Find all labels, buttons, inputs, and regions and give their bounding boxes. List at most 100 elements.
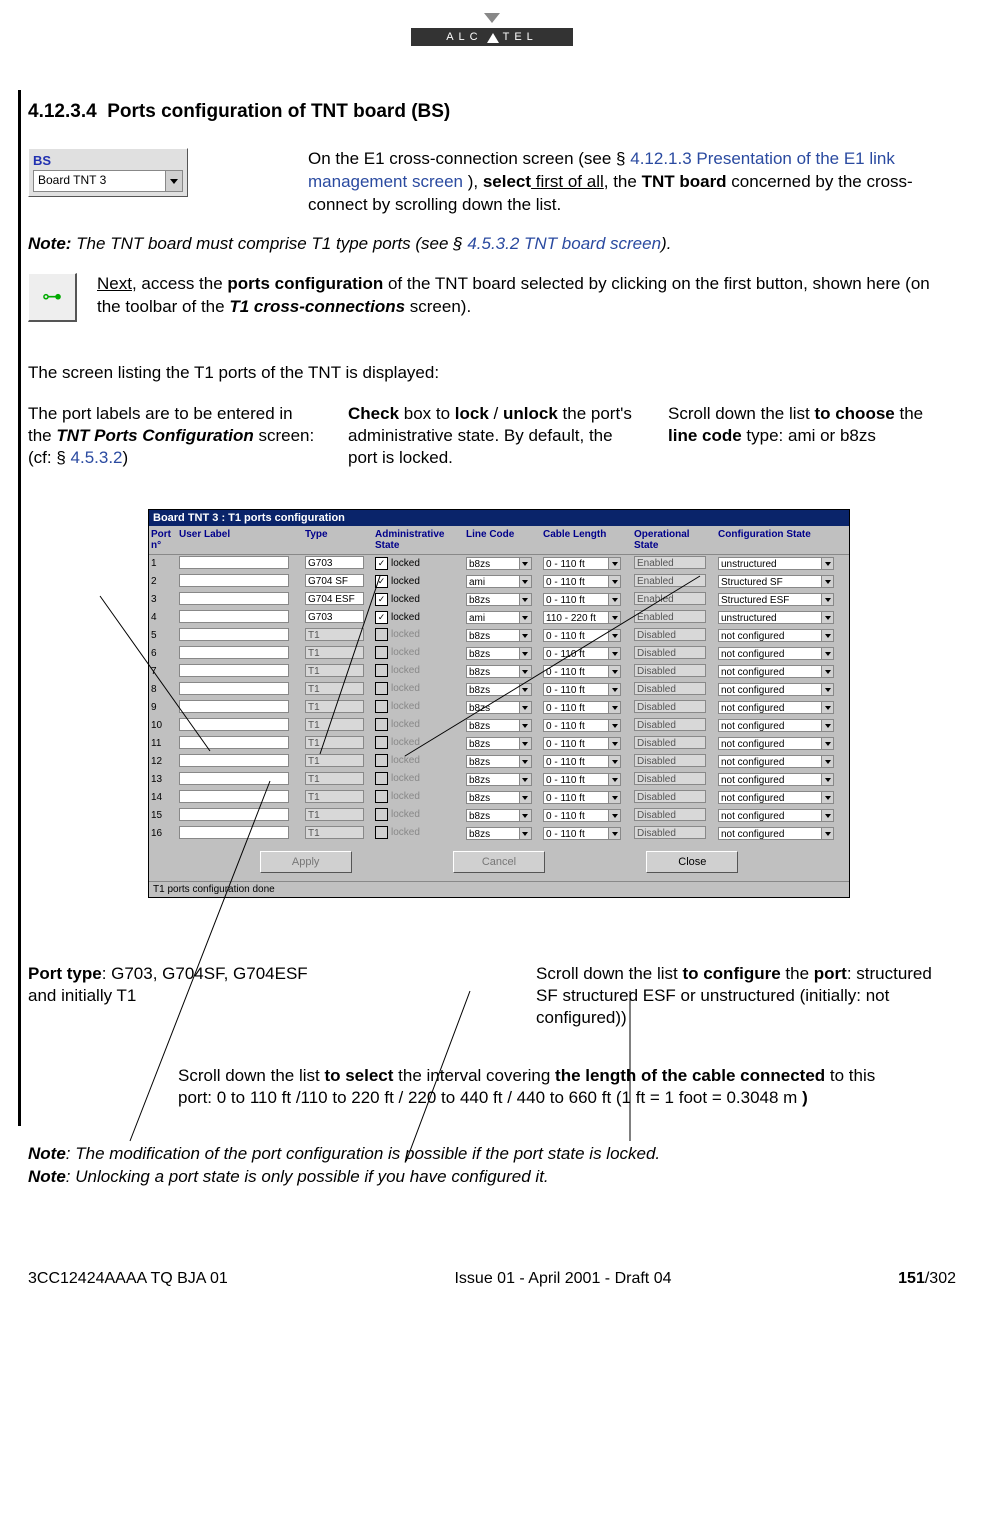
config-state-select[interactable]: not configured <box>718 773 834 786</box>
chevron-down-icon[interactable] <box>519 756 531 767</box>
config-state-select[interactable]: Structured ESF <box>718 593 834 606</box>
admin-state-checkbox[interactable]: ✓locked <box>375 593 420 606</box>
config-state-select[interactable]: not configured <box>718 791 834 804</box>
cable-length-select[interactable]: 0 - 110 ft <box>543 809 621 822</box>
user-label-input[interactable] <box>179 808 289 821</box>
chevron-down-icon[interactable] <box>608 684 620 695</box>
chevron-down-icon[interactable] <box>608 702 620 713</box>
cable-length-select[interactable]: 0 - 110 ft <box>543 719 621 732</box>
line-code-select[interactable]: b8zs <box>466 755 532 768</box>
config-state-select[interactable]: not configured <box>718 737 834 750</box>
user-label-input[interactable] <box>179 736 289 749</box>
line-code-select[interactable]: b8zs <box>466 737 532 750</box>
chevron-down-icon[interactable] <box>519 594 531 605</box>
chevron-down-icon[interactable] <box>821 810 833 821</box>
chevron-down-icon[interactable] <box>821 738 833 749</box>
user-label-input[interactable] <box>179 826 289 839</box>
chevron-down-icon[interactable] <box>608 630 620 641</box>
admin-state-checkbox[interactable]: ✓locked <box>375 611 420 624</box>
chevron-down-icon[interactable] <box>519 828 531 839</box>
line-code-select[interactable]: b8zs <box>466 701 532 714</box>
user-label-input[interactable] <box>179 610 289 623</box>
user-label-input[interactable] <box>179 790 289 803</box>
line-code-select[interactable]: b8zs <box>466 647 532 660</box>
chevron-down-icon[interactable] <box>821 630 833 641</box>
config-state-select[interactable]: not configured <box>718 683 834 696</box>
chevron-down-icon[interactable] <box>519 774 531 785</box>
chevron-down-icon[interactable] <box>608 576 620 587</box>
chevron-down-icon[interactable] <box>821 756 833 767</box>
chevron-down-icon[interactable] <box>519 738 531 749</box>
config-state-select[interactable]: not configured <box>718 755 834 768</box>
line-code-select[interactable]: b8zs <box>466 719 532 732</box>
chevron-down-icon[interactable] <box>821 558 833 569</box>
chevron-down-icon[interactable] <box>608 648 620 659</box>
chevron-down-icon[interactable] <box>608 738 620 749</box>
chevron-down-icon[interactable] <box>608 594 620 605</box>
user-label-input[interactable] <box>179 772 289 785</box>
chevron-down-icon[interactable] <box>821 666 833 677</box>
chevron-down-icon[interactable] <box>821 828 833 839</box>
line-code-select[interactable]: b8zs <box>466 827 532 840</box>
line-code-select[interactable]: b8zs <box>466 593 532 606</box>
chevron-down-icon[interactable] <box>519 630 531 641</box>
admin-state-checkbox[interactable]: ✓locked <box>375 557 420 570</box>
cable-length-select[interactable]: 0 - 110 ft <box>543 665 621 678</box>
config-state-select[interactable]: unstructured <box>718 611 834 624</box>
chevron-down-icon[interactable] <box>821 792 833 803</box>
config-state-select[interactable]: not configured <box>718 701 834 714</box>
cable-length-select[interactable]: 110 - 220 ft <box>543 611 621 624</box>
apply-button[interactable]: Apply <box>260 851 352 873</box>
chevron-down-icon[interactable] <box>608 756 620 767</box>
chevron-down-icon[interactable] <box>821 720 833 731</box>
close-button[interactable]: Close <box>646 851 738 873</box>
chevron-down-icon[interactable] <box>821 774 833 785</box>
chevron-down-icon[interactable] <box>519 648 531 659</box>
chevron-down-icon[interactable] <box>519 684 531 695</box>
chevron-down-icon[interactable] <box>821 702 833 713</box>
line-code-select[interactable]: b8zs <box>466 683 532 696</box>
chevron-down-icon[interactable] <box>519 702 531 713</box>
chevron-down-icon[interactable] <box>821 648 833 659</box>
config-state-select[interactable]: unstructured <box>718 557 834 570</box>
user-label-input[interactable] <box>179 592 289 605</box>
user-label-input[interactable] <box>179 718 289 731</box>
user-label-input[interactable] <box>179 556 289 569</box>
chevron-down-icon[interactable] <box>519 792 531 803</box>
line-code-select[interactable]: ami <box>466 575 532 588</box>
chevron-down-icon[interactable] <box>608 828 620 839</box>
chevron-down-icon[interactable] <box>519 720 531 731</box>
chevron-down-icon[interactable] <box>821 594 833 605</box>
chevron-down-icon[interactable] <box>821 576 833 587</box>
line-code-select[interactable]: ami <box>466 611 532 624</box>
config-state-select[interactable]: not configured <box>718 809 834 822</box>
config-state-select[interactable]: not configured <box>718 719 834 732</box>
admin-state-checkbox[interactable]: ✓locked <box>375 575 420 588</box>
chevron-down-icon[interactable] <box>519 576 531 587</box>
cable-length-select[interactable]: 0 - 110 ft <box>543 773 621 786</box>
chevron-down-icon[interactable] <box>608 666 620 677</box>
chevron-down-icon[interactable] <box>519 558 531 569</box>
line-code-select[interactable]: b8zs <box>466 557 532 570</box>
config-state-select[interactable]: not configured <box>718 827 834 840</box>
config-state-select[interactable]: not configured <box>718 665 834 678</box>
user-label-input[interactable] <box>179 664 289 677</box>
user-label-input[interactable] <box>179 628 289 641</box>
chevron-down-icon[interactable] <box>608 612 620 623</box>
bs-dropdown[interactable]: Board TNT 3 <box>33 170 183 192</box>
cable-length-select[interactable]: 0 - 110 ft <box>543 755 621 768</box>
cable-length-select[interactable]: 0 - 110 ft <box>543 629 621 642</box>
user-label-input[interactable] <box>179 700 289 713</box>
line-code-select[interactable]: b8zs <box>466 809 532 822</box>
config-state-select[interactable]: not configured <box>718 647 834 660</box>
cable-length-select[interactable]: 0 - 110 ft <box>543 557 621 570</box>
config-state-select[interactable]: Structured SF <box>718 575 834 588</box>
user-label-input[interactable] <box>179 574 289 587</box>
user-label-input[interactable] <box>179 646 289 659</box>
chevron-down-icon[interactable] <box>821 684 833 695</box>
cable-length-select[interactable]: 0 - 110 ft <box>543 791 621 804</box>
chevron-down-icon[interactable] <box>821 612 833 623</box>
chevron-down-icon[interactable] <box>608 774 620 785</box>
cable-length-select[interactable]: 0 - 110 ft <box>543 683 621 696</box>
cable-length-select[interactable]: 0 - 110 ft <box>543 575 621 588</box>
